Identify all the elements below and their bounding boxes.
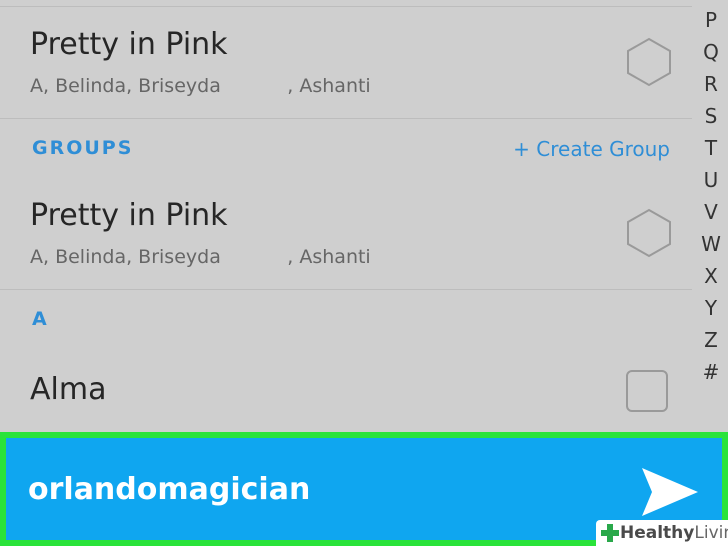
item-title: Pretty in Pink bbox=[30, 198, 228, 233]
index-letter[interactable]: W bbox=[694, 228, 728, 260]
section-label-a: A bbox=[32, 308, 49, 330]
recipient-name: orlandomagician bbox=[28, 472, 311, 507]
watermark-badge: HealthyLiving bbox=[596, 520, 728, 546]
groups-section-header: GROUPS + Create Group bbox=[0, 119, 692, 179]
index-letter[interactable]: U bbox=[694, 164, 728, 196]
item-members: A, Belinda, Briseyda , Ashanti bbox=[30, 75, 371, 97]
hexagon-select-icon[interactable] bbox=[626, 37, 672, 87]
alphabet-index[interactable]: P Q R S T U V W X Y Z # bbox=[694, 4, 728, 388]
index-letter[interactable]: T bbox=[694, 132, 728, 164]
item-title: Pretty in Pink bbox=[30, 27, 228, 62]
index-letter[interactable]: # bbox=[694, 356, 728, 388]
watermark-brand-light: Living bbox=[694, 523, 728, 543]
index-letter[interactable]: V bbox=[694, 196, 728, 228]
index-letter[interactable]: Q bbox=[694, 36, 728, 68]
index-letter[interactable]: X bbox=[694, 260, 728, 292]
index-letter[interactable]: Z bbox=[694, 324, 728, 356]
item-members: A, Belinda, Briseyda , Ashanti bbox=[30, 246, 371, 268]
create-group-button[interactable]: + Create Group bbox=[513, 137, 670, 161]
watermark-brand-strong: Healthy bbox=[620, 523, 695, 543]
hexagon-select-icon[interactable] bbox=[626, 208, 672, 258]
send-arrow-icon[interactable] bbox=[638, 464, 702, 520]
list-item-alma[interactable]: Alma bbox=[0, 350, 692, 430]
list-item-pretty-in-pink-group[interactable]: Pretty in Pink A, Belinda, Briseyda , As… bbox=[0, 178, 692, 288]
plus-logo-icon bbox=[601, 524, 619, 542]
item-title: Alma bbox=[30, 372, 107, 407]
select-checkbox[interactable] bbox=[626, 370, 668, 412]
index-letter[interactable]: Y bbox=[694, 292, 728, 324]
index-letter[interactable]: P bbox=[694, 4, 728, 36]
index-letter[interactable]: R bbox=[694, 68, 728, 100]
list-item-pretty-in-pink-top[interactable]: Pretty in Pink A, Belinda, Briseyda , As… bbox=[0, 7, 692, 117]
section-header-a: A bbox=[0, 290, 692, 350]
section-label-groups: GROUPS bbox=[32, 137, 134, 159]
contact-list: Pretty in Pink A, Belinda, Briseyda , As… bbox=[0, 0, 692, 430]
index-letter[interactable]: S bbox=[694, 100, 728, 132]
watermark-text: HealthyLiving bbox=[620, 523, 728, 543]
